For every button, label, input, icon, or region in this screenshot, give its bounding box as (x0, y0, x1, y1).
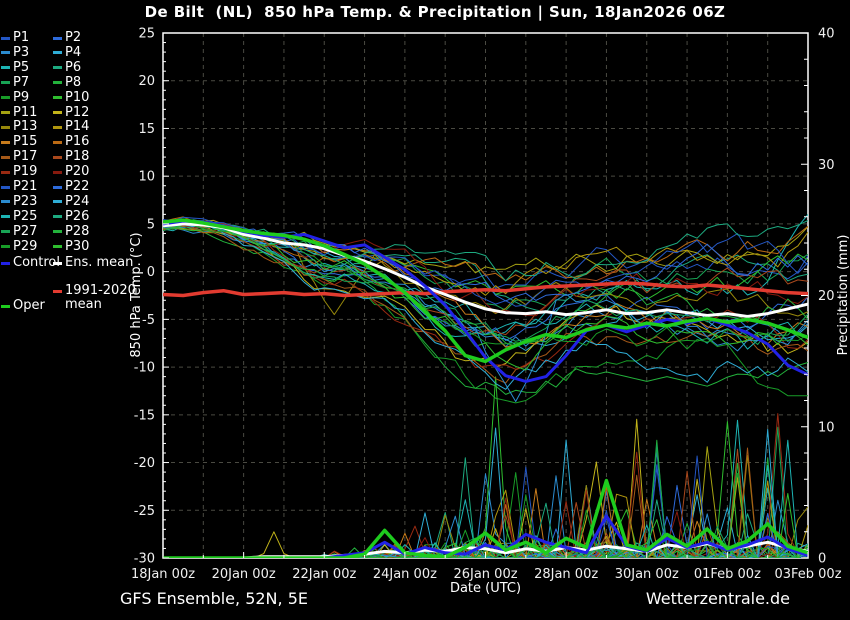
y-right-tick-label: 30 (818, 158, 835, 173)
y-left-tick-label: 20 (138, 74, 155, 89)
y-left-tick-label: -10 (134, 361, 155, 376)
x-tick-label: 03Feb 00z (774, 567, 841, 582)
ensemble-forecast-page: De Bilt (NL) 850 hPa Temp. & Precipitati… (0, 0, 850, 620)
y-right-tick-label: 0 (818, 552, 826, 567)
y-right-tick-label: 40 (818, 27, 835, 42)
x-tick-label: 22Jan 00z (292, 567, 356, 582)
y-axis-right-label: Precipitation (mm) (836, 235, 850, 356)
x-tick-label: 26Jan 00z (453, 567, 517, 582)
footer-site-name: Wetterzentrale.de (480, 589, 790, 608)
ensemble-plume-chart: 2520151050-5-10-15-20-25-3001020304018Ja… (0, 0, 850, 620)
y-left-tick-label: -30 (134, 552, 155, 567)
y-right-tick-label: 10 (818, 420, 835, 435)
x-tick-label: 28Jan 00z (534, 567, 598, 582)
y-left-tick-label: -25 (134, 504, 155, 519)
y-axis-left-label: 850 hPa Temp. (°C) (129, 232, 144, 357)
x-tick-label: 24Jan 00z (373, 567, 437, 582)
y-left-tick-label: 5 (147, 217, 155, 232)
y-left-tick-label: 10 (138, 170, 155, 185)
x-tick-label: 30Jan 00z (615, 567, 679, 582)
x-tick-label: 18Jan 00z (131, 567, 195, 582)
y-left-tick-label: -15 (134, 408, 155, 423)
y-left-tick-label: 0 (147, 265, 155, 280)
x-tick-label: 01Feb 00z (694, 567, 761, 582)
y-right-tick-label: 20 (818, 289, 835, 304)
footer-model-info: GFS Ensemble, 52N, 5E (120, 589, 308, 608)
x-tick-label: 20Jan 00z (212, 567, 276, 582)
y-left-tick-label: -20 (134, 456, 155, 471)
y-left-tick-label: 15 (138, 122, 155, 137)
y-left-tick-label: 25 (138, 27, 155, 42)
